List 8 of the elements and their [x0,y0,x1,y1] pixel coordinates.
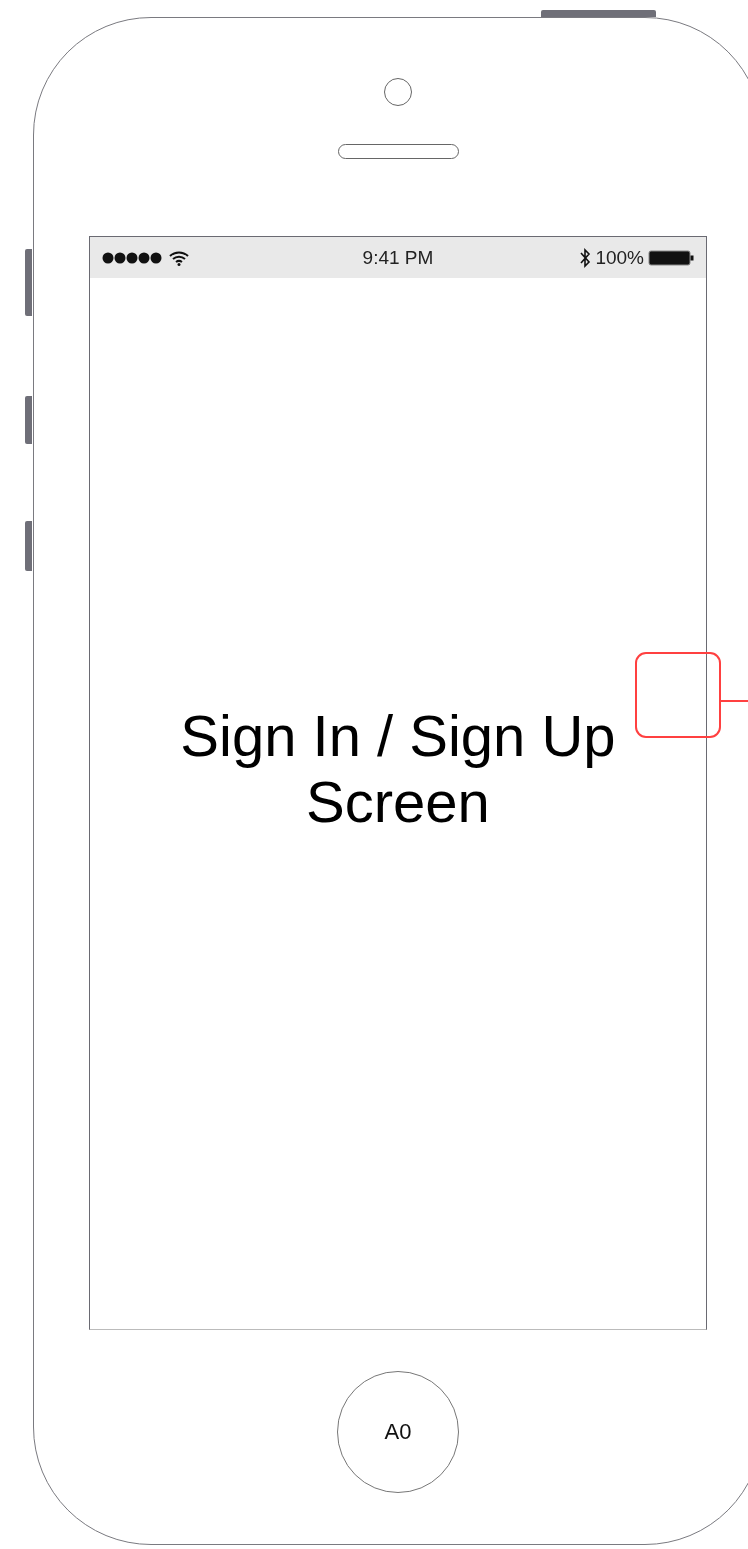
screen-title: Sign In / Sign Up Screen [179,702,617,835]
signal-dots-icon [102,251,162,264]
battery-icon [648,249,694,266]
status-time: 9:41 PM [362,246,434,269]
battery-percent: 100% [595,246,644,269]
bluetooth-icon [579,247,592,268]
wifi-icon [168,249,190,266]
home-button[interactable]: A0 [337,1371,459,1493]
